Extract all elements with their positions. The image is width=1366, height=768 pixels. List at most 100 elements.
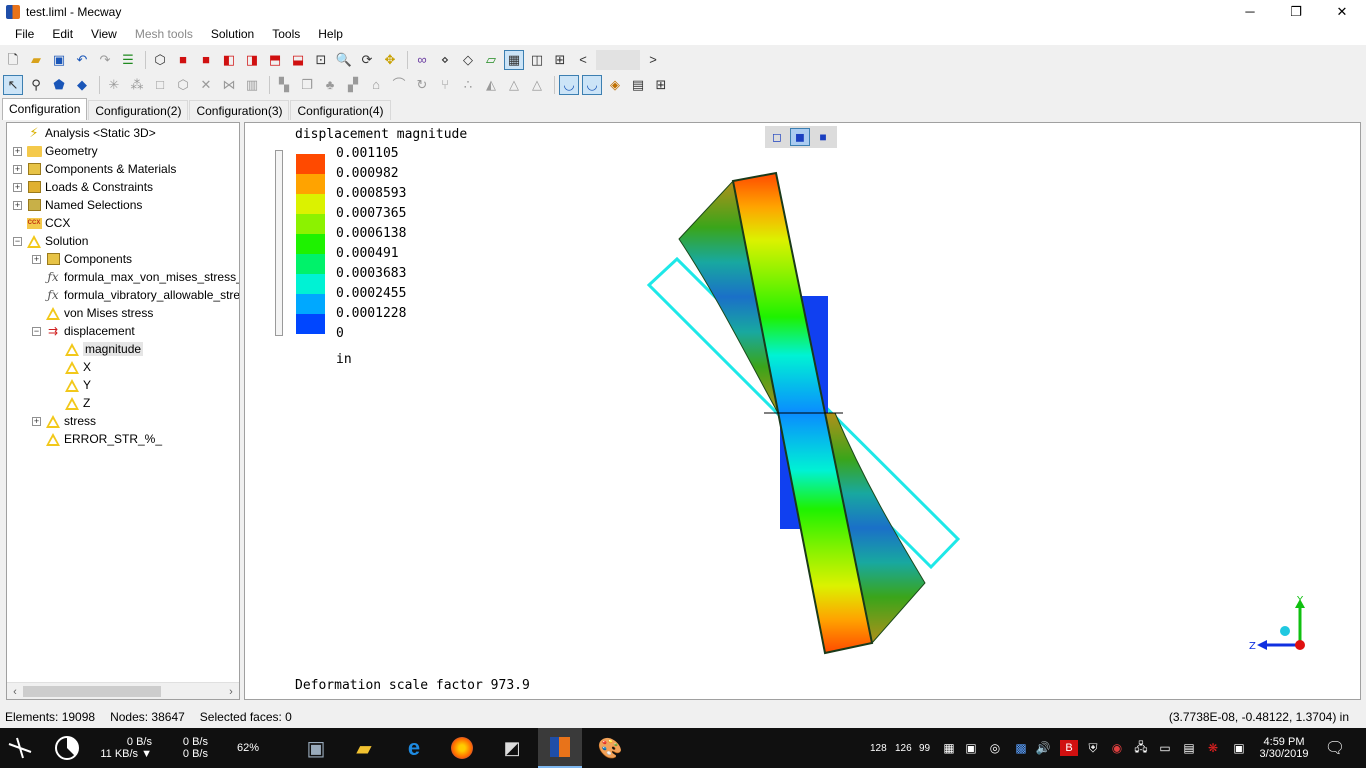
square-icon[interactable]: □: [150, 75, 170, 95]
scroll-thumb[interactable]: [23, 686, 161, 697]
element-icon[interactable]: ◇: [458, 50, 478, 70]
show-deformed-icon[interactable]: ◡: [582, 74, 602, 95]
tray-bitdefender-icon[interactable]: B: [1060, 740, 1078, 756]
palette-icon[interactable]: ◈: [605, 75, 625, 95]
menu-solution[interactable]: Solution: [202, 27, 263, 41]
delete-icon[interactable]: ✕: [196, 75, 216, 95]
bend-icon[interactable]: ⌂: [366, 75, 386, 95]
tray-app-icon-8[interactable]: ❋: [1204, 728, 1222, 768]
toolbar-scroll-left[interactable]: <: [573, 50, 593, 70]
clock[interactable]: 4:59 PM 3/30/2019: [1254, 728, 1314, 768]
menu-file[interactable]: File: [6, 27, 43, 41]
tree-item[interactable]: ERROR_STR_%_: [32, 430, 162, 448]
undo-icon[interactable]: ↶: [72, 50, 92, 70]
tree-item[interactable]: + Geometry: [13, 142, 98, 160]
fea-model-render[interactable]: [245, 123, 1361, 700]
tree-item[interactable]: X: [51, 358, 91, 376]
tree-item[interactable]: + Components & Materials: [13, 160, 176, 178]
select-face-icon[interactable]: ⬟: [49, 75, 69, 95]
deform-animate-icon[interactable]: △: [527, 75, 547, 95]
shaded-icon[interactable]: ▦: [504, 49, 524, 70]
tree-expander-icon[interactable]: +: [13, 164, 22, 174]
menu-help[interactable]: Help: [309, 27, 352, 41]
new-icon[interactable]: 🗋: [3, 50, 23, 70]
tree-item[interactable]: Z: [51, 394, 90, 412]
open-icon[interactable]: ▰: [26, 50, 46, 70]
scroll-left-arrow-icon[interactable]: ‹: [7, 683, 23, 699]
tray-app-icon-7[interactable]: ▤: [1180, 728, 1198, 768]
surface-icon[interactable]: ▱: [481, 50, 501, 70]
tray-shield-icon[interactable]: ⛨: [1084, 728, 1102, 768]
tower-icon[interactable]: ▞: [343, 75, 363, 95]
warning-triangle-icon[interactable]: ◭: [481, 75, 501, 95]
wireframe-icon[interactable]: ◫: [527, 50, 547, 70]
volume-icon[interactable]: 🔊: [1034, 728, 1052, 768]
tree-expander-icon[interactable]: −: [32, 326, 41, 336]
tray-app-icon-9[interactable]: ▣: [1230, 728, 1248, 768]
menu-view[interactable]: View: [82, 27, 126, 41]
tree-item[interactable]: Y: [51, 376, 91, 394]
menu-edit[interactable]: Edit: [43, 27, 82, 41]
view-right-icon[interactable]: ◨: [242, 50, 262, 70]
tab-configuration-4[interactable]: Configuration(4): [290, 100, 391, 120]
tree-item[interactable]: ⚡ Analysis <Static 3D>: [13, 124, 155, 142]
view-top-icon[interactable]: ⬒: [265, 50, 285, 70]
taskbar-edge-icon[interactable]: e: [392, 728, 436, 768]
tree-item[interactable]: + Loads & Constraints: [13, 178, 153, 196]
view-back-icon[interactable]: ■: [196, 50, 216, 70]
close-button[interactable]: ✕: [1319, 0, 1365, 23]
sweep-icon[interactable]: ⌒: [389, 75, 409, 95]
select-element-icon[interactable]: ◆: [72, 75, 92, 95]
tray-app-icon-5[interactable]: ◉: [1108, 728, 1126, 768]
mirror-icon[interactable]: ⋈: [219, 75, 239, 95]
tab-configuration-2[interactable]: Configuration(2): [88, 100, 189, 120]
show-elements-icon[interactable]: ◡: [559, 74, 579, 95]
glasses-icon[interactable]: ∞: [412, 50, 432, 70]
tree-expander-icon[interactable]: −: [13, 236, 22, 246]
taskbar-file-explorer-icon[interactable]: ▰: [342, 728, 386, 768]
menu-mesh-tools[interactable]: Mesh tools: [126, 27, 202, 41]
shrink-icon[interactable]: ⁂: [127, 75, 147, 95]
redo-icon[interactable]: ↷: [95, 50, 115, 70]
cube-wireframe-icon[interactable]: ⬡: [150, 50, 170, 70]
explode-icon[interactable]: ✳: [104, 75, 124, 95]
tree-expander-icon[interactable]: +: [13, 146, 22, 156]
zoom-icon[interactable]: 🔍: [334, 50, 354, 70]
taskbar-app-icon[interactable]: ◩: [490, 728, 534, 768]
maximize-button[interactable]: ❐: [1273, 0, 1319, 23]
network-icon[interactable]: 🖧: [1132, 728, 1150, 768]
tree-item[interactable]: + Named Selections: [13, 196, 142, 214]
deform-icon[interactable]: △: [504, 75, 524, 95]
view-bottom-icon[interactable]: ⬓: [288, 50, 308, 70]
tray-app-icon-3[interactable]: ◎: [986, 728, 1004, 768]
tree-item[interactable]: CCX CCX: [13, 214, 70, 232]
select-node-icon[interactable]: ⚲: [26, 75, 46, 95]
tree-item[interactable]: von Mises stress: [32, 304, 153, 322]
move-icon[interactable]: ▚: [274, 75, 294, 95]
taskbar-paint-icon[interactable]: 🎨: [588, 728, 632, 768]
taskbar-firefox-icon[interactable]: [440, 728, 484, 768]
taskbar-mecway-icon[interactable]: [538, 728, 582, 768]
select-arrow-icon[interactable]: ↖: [3, 74, 23, 95]
tray-app-icon-2[interactable]: ▣: [962, 728, 980, 768]
tree-expander-icon[interactable]: +: [13, 200, 22, 210]
node-select-icon[interactable]: ⋄: [435, 50, 455, 70]
zoom-fit-icon[interactable]: ⊡: [311, 50, 331, 70]
toolbar-scroll-track[interactable]: [596, 49, 640, 70]
tree-item[interactable]: ƒx formula_vibratory_allowable_stre: [32, 286, 239, 304]
copy-icon[interactable]: ❐: [297, 75, 317, 95]
tree-item[interactable]: magnitude: [51, 340, 144, 358]
3d-viewport[interactable]: displacement magnitude 0.001105 0.000982 0…: [244, 122, 1361, 700]
grid-icon[interactable]: ▥: [242, 75, 262, 95]
table-icon[interactable]: ⊞: [651, 75, 671, 95]
tree-expander-icon[interactable]: +: [32, 416, 41, 426]
tray-app-icon-6[interactable]: ▭: [1156, 728, 1174, 768]
coarsen-icon[interactable]: ⑂: [435, 75, 455, 95]
tree-item[interactable]: − Solution: [13, 232, 88, 250]
refine-icon[interactable]: ↻: [412, 75, 432, 95]
tree-horizontal-scrollbar[interactable]: ‹ ›: [7, 682, 239, 699]
tray-app-icon-4[interactable]: ▩: [1012, 728, 1030, 768]
tree-expander-icon[interactable]: +: [32, 254, 41, 264]
tray-app-icon-1[interactable]: ▦: [940, 728, 958, 768]
layers-icon[interactable]: ☰: [118, 50, 138, 70]
